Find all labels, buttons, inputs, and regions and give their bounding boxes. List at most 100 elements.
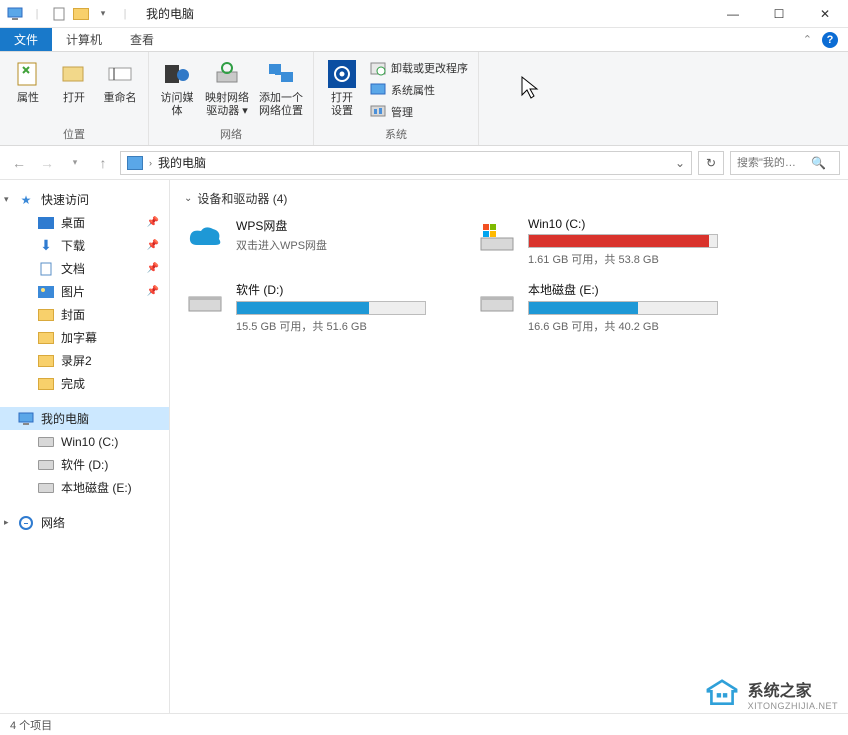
sidebar: ▾ ★ 快速访问 桌面 📌 ⬇ 下载 📌 文档 📌 图片 📌 封面 bbox=[0, 180, 170, 713]
documents-icon bbox=[38, 262, 54, 276]
recent-locations-button[interactable]: ▾ bbox=[64, 152, 86, 174]
sidebar-item-cover[interactable]: 封面 bbox=[0, 303, 169, 326]
rename-icon bbox=[105, 59, 135, 89]
uninstall-programs-button[interactable]: 卸载或更改程序 bbox=[366, 58, 472, 78]
drive-stat: 15.5 GB 可用，共 51.6 GB bbox=[236, 318, 452, 334]
tab-file[interactable]: 文件 bbox=[0, 28, 52, 51]
map-drive-button[interactable]: 映射网络 驱动器 ▾ bbox=[201, 56, 253, 120]
tab-view[interactable]: 查看 bbox=[116, 28, 168, 51]
refresh-button[interactable]: ↻ bbox=[698, 151, 724, 175]
breadcrumb[interactable]: 我的电脑 bbox=[158, 154, 206, 171]
drive-item-c[interactable]: Win10 (C:) 1.61 GB 可用，共 53.8 GB bbox=[476, 217, 744, 267]
sidebar-item-pictures[interactable]: 图片 📌 bbox=[0, 280, 169, 303]
drive-stat: 1.61 GB 可用，共 53.8 GB bbox=[528, 251, 744, 267]
status-bar: 4 个项目 bbox=[0, 713, 848, 735]
tab-computer[interactable]: 计算机 bbox=[52, 28, 116, 51]
wps-cloud-icon bbox=[184, 217, 226, 259]
forward-button[interactable]: → bbox=[36, 152, 58, 174]
disk-icon bbox=[38, 481, 54, 495]
explorer-body: ▾ ★ 快速访问 桌面 📌 ⬇ 下载 📌 文档 📌 图片 📌 封面 bbox=[0, 180, 848, 713]
group-label-network: 网络 bbox=[155, 124, 307, 145]
folder-icon bbox=[38, 331, 54, 345]
drive-item-e[interactable]: 本地磁盘 (E:) 16.6 GB 可用，共 40.2 GB bbox=[476, 281, 744, 334]
open-button[interactable]: 打开 bbox=[52, 56, 96, 108]
sidebar-item-my-pc[interactable]: 我的电脑 bbox=[0, 407, 169, 430]
watermark-url: XITONGZHIJIA.NET bbox=[748, 701, 838, 711]
ribbon-collapse-icon[interactable]: ⌃ bbox=[803, 33, 812, 46]
breadcrumb-arrow: › bbox=[149, 158, 152, 168]
qat-sep2: | bbox=[116, 5, 134, 23]
title-bar: | ▾ | 我的电脑 — ☐ ✕ bbox=[0, 0, 848, 28]
manage-button[interactable]: 管理 bbox=[366, 102, 472, 122]
qat-sep: | bbox=[28, 5, 46, 23]
maximize-button[interactable]: ☐ bbox=[756, 0, 802, 28]
pictures-icon bbox=[38, 285, 54, 299]
sidebar-item-network[interactable]: ▸ 网络 bbox=[0, 511, 169, 534]
network-icon bbox=[18, 516, 34, 530]
rename-button[interactable]: 重命名 bbox=[98, 56, 142, 108]
address-bar[interactable]: › 我的电脑 ⌄ bbox=[120, 151, 692, 175]
open-settings-button[interactable]: 打开 设置 bbox=[320, 56, 364, 120]
manage-icon bbox=[370, 104, 386, 120]
window-title: 我的电脑 bbox=[146, 5, 194, 22]
address-dropdown-icon[interactable]: ⌄ bbox=[675, 156, 685, 170]
access-media-button[interactable]: 访问媒体 bbox=[155, 56, 199, 120]
sidebar-item-done[interactable]: 完成 bbox=[0, 372, 169, 395]
drive-item-wps[interactable]: WPS网盘 双击进入WPS网盘 bbox=[184, 217, 452, 267]
add-network-location-button[interactable]: 添加一个 网络位置 bbox=[255, 56, 307, 120]
search-input[interactable] bbox=[737, 157, 807, 169]
drive-name: 本地磁盘 (E:) bbox=[528, 281, 744, 298]
pc-icon bbox=[127, 156, 143, 170]
pin-icon: 📌 bbox=[147, 240, 159, 251]
map-drive-icon bbox=[212, 59, 242, 89]
drive-item-d[interactable]: 软件 (D:) 15.5 GB 可用，共 51.6 GB bbox=[184, 281, 452, 334]
chevron-down-icon[interactable]: ▾ bbox=[4, 194, 9, 205]
properties-icon bbox=[13, 59, 43, 89]
properties-button[interactable]: 属性 bbox=[6, 56, 50, 108]
help-icon[interactable]: ? bbox=[822, 32, 838, 48]
watermark: 系统之家 XITONGZHIJIA.NET bbox=[704, 677, 838, 711]
pin-icon: 📌 bbox=[147, 263, 159, 274]
drive-name: WPS网盘 bbox=[236, 217, 452, 234]
nav-bar: ← → ▾ ↑ › 我的电脑 ⌄ ↻ 🔍 bbox=[0, 146, 848, 180]
system-properties-button[interactable]: 系统属性 bbox=[366, 80, 472, 100]
qat-folder-icon[interactable] bbox=[72, 5, 90, 23]
qat-doc-icon[interactable] bbox=[50, 5, 68, 23]
desktop-icon bbox=[38, 216, 54, 230]
folder-icon bbox=[38, 308, 54, 322]
up-button[interactable]: ↑ bbox=[92, 152, 114, 174]
settings-icon bbox=[327, 59, 357, 89]
disk-icon bbox=[476, 281, 518, 323]
drive-name: 软件 (D:) bbox=[236, 281, 452, 298]
drive-stat: 16.6 GB 可用，共 40.2 GB bbox=[528, 318, 744, 334]
disk-icon bbox=[38, 435, 54, 449]
usage-bar bbox=[528, 234, 718, 248]
sidebar-item-quick-access[interactable]: ▾ ★ 快速访问 bbox=[0, 188, 169, 211]
sidebar-item-drive-d[interactable]: 软件 (D:) bbox=[0, 453, 169, 476]
sidebar-item-desktop[interactable]: 桌面 📌 bbox=[0, 211, 169, 234]
search-box[interactable]: 🔍 bbox=[730, 151, 840, 175]
downloads-icon: ⬇ bbox=[38, 239, 54, 253]
sidebar-item-drive-e[interactable]: 本地磁盘 (E:) bbox=[0, 476, 169, 499]
sidebar-item-drive-c[interactable]: Win10 (C:) bbox=[0, 430, 169, 453]
back-button[interactable]: ← bbox=[8, 152, 30, 174]
qat-dropdown[interactable]: ▾ bbox=[94, 5, 112, 23]
chevron-right-icon[interactable]: ▸ bbox=[4, 517, 9, 528]
qat-computer-icon[interactable] bbox=[6, 5, 24, 23]
chevron-down-icon: ⌄ bbox=[184, 193, 192, 204]
ribbon: 属性 打开 重命名 位置 访问媒体 映射网络 驱动器 ▾ bbox=[0, 52, 848, 146]
sidebar-item-subtitle[interactable]: 加字幕 bbox=[0, 326, 169, 349]
ribbon-group-location: 属性 打开 重命名 位置 bbox=[0, 52, 149, 145]
minimize-button[interactable]: — bbox=[710, 0, 756, 28]
section-header-devices[interactable]: ⌄ 设备和驱动器 (4) bbox=[184, 190, 834, 207]
watermark-logo-icon bbox=[704, 679, 740, 709]
open-icon bbox=[59, 59, 89, 89]
sidebar-item-documents[interactable]: 文档 📌 bbox=[0, 257, 169, 280]
sidebar-item-downloads[interactable]: ⬇ 下载 📌 bbox=[0, 234, 169, 257]
pin-icon: 📌 bbox=[147, 286, 159, 297]
star-icon: ★ bbox=[18, 193, 34, 207]
search-icon: 🔍 bbox=[811, 156, 826, 170]
uninstall-icon bbox=[370, 60, 386, 76]
sidebar-item-rec[interactable]: 录屏2 bbox=[0, 349, 169, 372]
close-button[interactable]: ✕ bbox=[802, 0, 848, 28]
